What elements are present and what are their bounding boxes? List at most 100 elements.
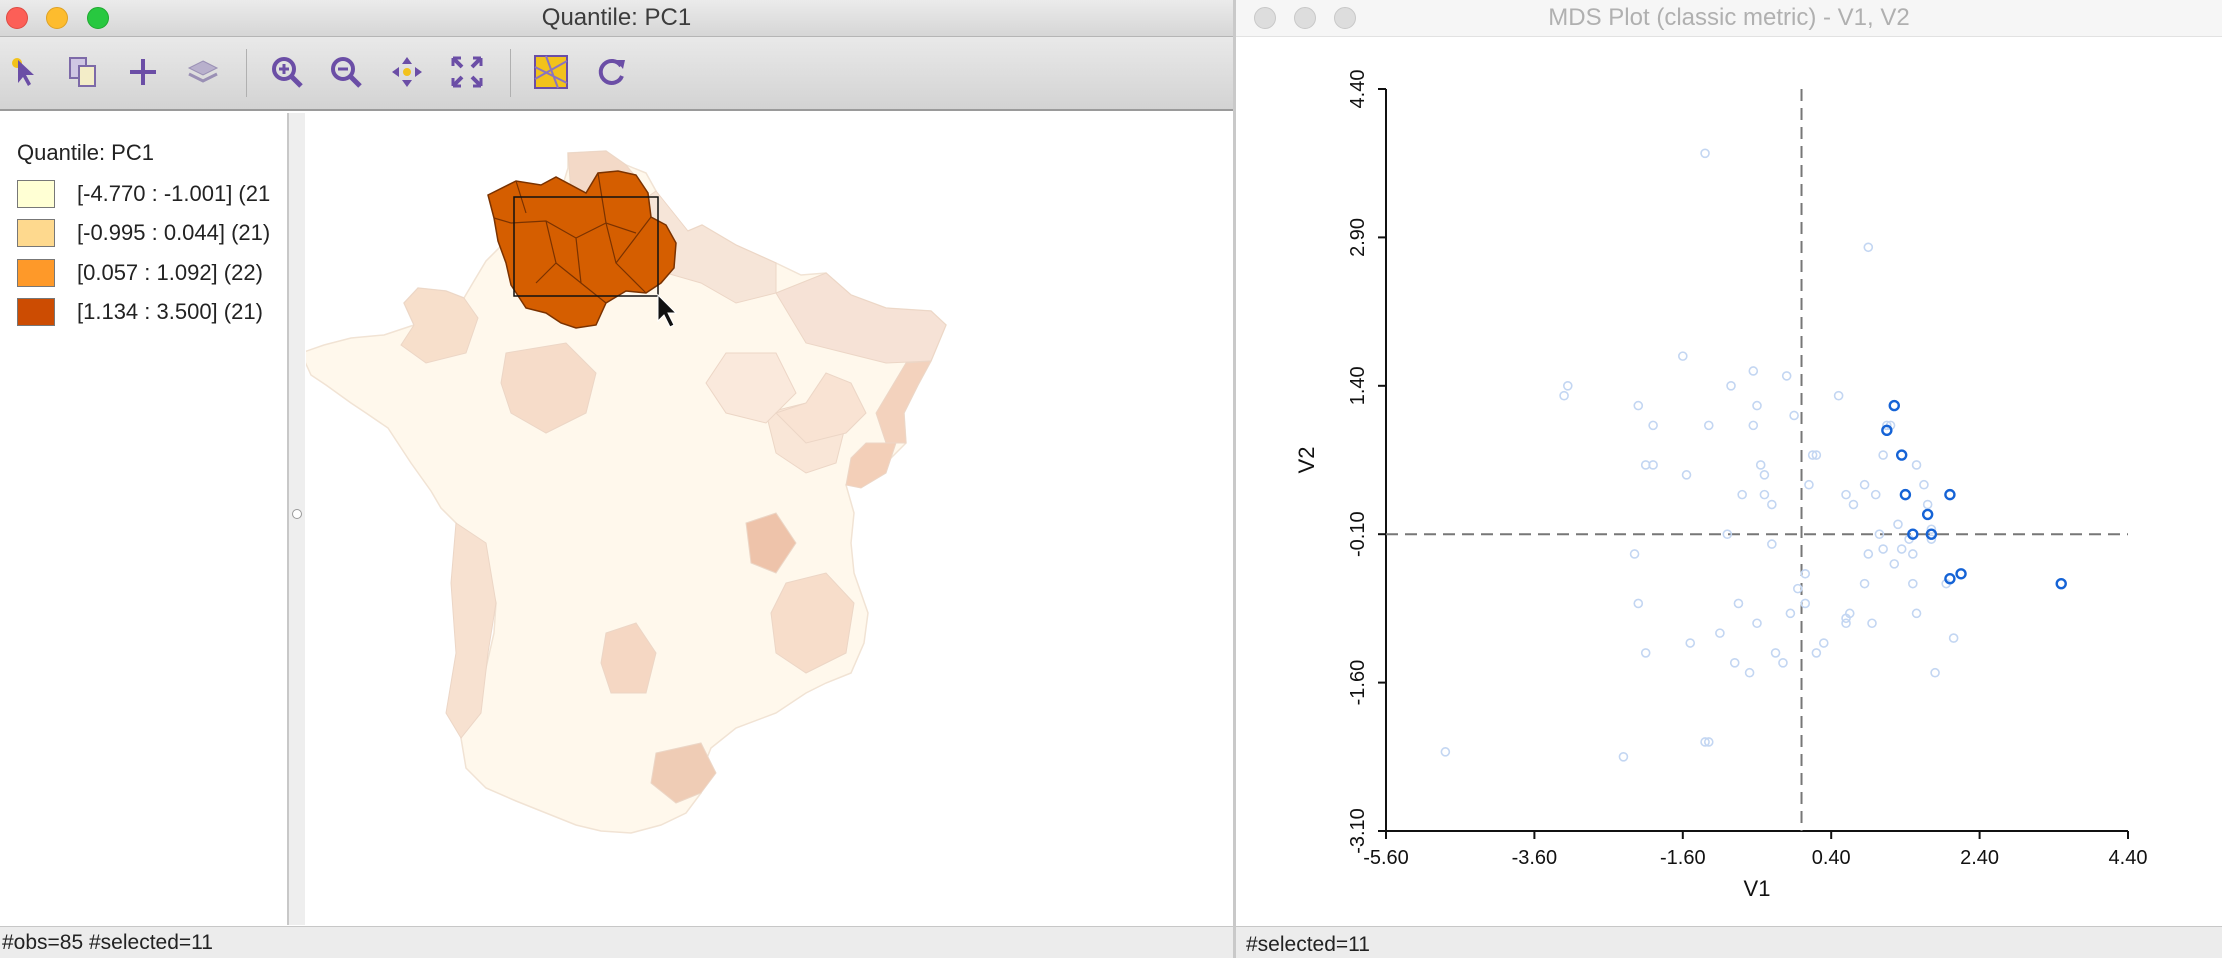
scatter-point-selected bbox=[1921, 508, 1934, 521]
scatter-point bbox=[1859, 578, 1870, 589]
y-tick-label: 4.40 bbox=[1347, 70, 1369, 109]
scatter-point bbox=[1562, 380, 1573, 391]
scatter-point bbox=[1700, 148, 1710, 159]
legend-label: [1.134 : 3.500] (21) bbox=[77, 299, 263, 324]
scatter-point bbox=[1703, 420, 1714, 431]
scatter-point bbox=[1715, 628, 1725, 638]
scatter-point bbox=[1748, 420, 1759, 431]
scatter-point bbox=[1629, 549, 1640, 559]
y-tick-label: 2.90 bbox=[1347, 218, 1369, 257]
mds-window-titlebar[interactable]: MDS Plot (classic metric) - V1, V2 bbox=[1236, 0, 2222, 37]
map-status-text: #obs=85 #selected=11 bbox=[2, 931, 213, 954]
map-window-titlebar[interactable]: Quantile: PC1 bbox=[0, 0, 1233, 37]
scatter-point bbox=[1744, 667, 1755, 678]
zoom-out-icon[interactable] bbox=[325, 51, 367, 93]
scatter-point bbox=[1752, 400, 1762, 411]
scatter-point bbox=[1759, 489, 1770, 500]
y-tick-label: -1.60 bbox=[1347, 660, 1369, 706]
legend-title: Quantile: PC1 bbox=[17, 140, 154, 165]
legend-swatch bbox=[17, 180, 55, 208]
layers-icon[interactable] bbox=[182, 51, 224, 93]
full-extent-icon[interactable] bbox=[446, 51, 488, 93]
x-tick-label: 2.40 bbox=[1960, 847, 1999, 869]
splitter-handle[interactable] bbox=[292, 509, 302, 519]
scatter-point bbox=[1648, 420, 1658, 431]
y-tick-label: -3.10 bbox=[1347, 808, 1369, 854]
y-axis-label: V2 bbox=[1294, 447, 1319, 474]
scatter-point bbox=[1863, 242, 1874, 253]
mds-status-bar: #selected=11 bbox=[1236, 926, 2222, 958]
scatter-point bbox=[1633, 400, 1644, 411]
x-tick-label: -5.60 bbox=[1363, 847, 1409, 869]
scatter-point bbox=[1618, 751, 1629, 762]
scatter-point bbox=[1867, 618, 1877, 629]
scatter-point-selected bbox=[2055, 577, 2067, 590]
select-arrow-icon[interactable] bbox=[4, 51, 46, 93]
map-canvas[interactable] bbox=[306, 113, 1233, 925]
basemap-icon[interactable] bbox=[530, 51, 572, 93]
scatter-point-selected bbox=[1899, 488, 1912, 501]
scatter-point bbox=[1878, 544, 1888, 554]
scatter-point-selected bbox=[1944, 488, 1956, 501]
scatter-point bbox=[1781, 371, 1792, 381]
scatter-point bbox=[1767, 539, 1777, 549]
legend-label: [-4.770 : -1.001] (21 bbox=[77, 181, 271, 206]
legend-swatch bbox=[17, 298, 55, 326]
zoom-in-icon[interactable] bbox=[266, 51, 308, 93]
refresh-icon[interactable] bbox=[590, 51, 632, 93]
scatter-point bbox=[1681, 470, 1692, 480]
map-status-bar: #obs=85 #selected=11 bbox=[0, 926, 1233, 958]
scatter-point bbox=[1908, 549, 1918, 559]
scatter-point-selected bbox=[1888, 399, 1900, 412]
scatter-point bbox=[1767, 499, 1777, 510]
scatter-point bbox=[1737, 489, 1747, 500]
scatter-point bbox=[1729, 658, 1740, 668]
map-toolbar bbox=[0, 37, 1233, 111]
scatter-point bbox=[1922, 499, 1933, 510]
scatter-point bbox=[1804, 479, 1814, 490]
x-axis-label: V1 bbox=[1744, 876, 1771, 901]
scatter-point bbox=[1870, 489, 1881, 500]
copy-icon[interactable] bbox=[62, 51, 104, 93]
add-plus-icon[interactable] bbox=[122, 51, 164, 93]
mds-scatter-plot[interactable]: -5.60 -3.60 -1.60 0.40 2.40 4.40 -3.10 -1.60 -0.… bbox=[1236, 37, 2222, 925]
scatter-point bbox=[1633, 598, 1644, 609]
x-tick-label: -3.60 bbox=[1512, 847, 1558, 869]
scatter-point bbox=[1677, 351, 1688, 361]
legend-splitter[interactable] bbox=[289, 113, 305, 925]
legend-swatch bbox=[17, 219, 55, 247]
scatter-point bbox=[1889, 559, 1900, 569]
legend-swatch bbox=[17, 259, 55, 287]
scatter-point bbox=[1685, 638, 1696, 648]
scatter-point bbox=[1908, 578, 1918, 589]
map-window-title: Quantile: PC1 bbox=[541, 4, 692, 31]
legend-label: [-0.995 : 0.044] (21) bbox=[77, 220, 271, 245]
pan-icon[interactable] bbox=[386, 51, 428, 93]
scatter-point bbox=[1911, 608, 1922, 619]
scatter-point bbox=[1911, 460, 1922, 470]
scatter-point bbox=[1930, 667, 1940, 678]
scatter-point bbox=[1640, 648, 1651, 658]
map-window: Quantile: PC1 Quantile: PC1 [-4.770: -1… bbox=[0, 0, 1233, 958]
scatter-point bbox=[1848, 499, 1859, 510]
mds-status-text: #selected=11 bbox=[1246, 933, 1370, 956]
mds-window-title: MDS Plot (classic metric) - V1, V2 bbox=[1548, 4, 1910, 31]
mds-plot-window: MDS Plot (classic metric) - V1, V2 -5.60… bbox=[1236, 0, 2222, 958]
scatter-point bbox=[1833, 390, 1844, 401]
scatter-point bbox=[1919, 479, 1929, 490]
y-tick-label: 1.40 bbox=[1347, 366, 1369, 405]
scatter-point bbox=[1440, 747, 1451, 757]
scatter-point bbox=[1559, 390, 1569, 401]
scatter-point bbox=[1841, 489, 1851, 500]
x-tick-label: 0.40 bbox=[1812, 847, 1851, 869]
scatter-point-selected bbox=[1955, 568, 1967, 580]
scatter-point bbox=[1770, 648, 1781, 658]
scatter-point bbox=[1811, 648, 1822, 658]
x-tick-label: 4.40 bbox=[2109, 847, 2148, 869]
scatter-point bbox=[1759, 470, 1770, 480]
scatter-point bbox=[1896, 544, 1907, 554]
scatter-point bbox=[1755, 460, 1766, 470]
scatter-point-selected bbox=[1895, 449, 1908, 461]
legend-label: [0.057 : 1.092] (22) bbox=[77, 260, 263, 285]
scatter-point bbox=[1818, 638, 1829, 648]
